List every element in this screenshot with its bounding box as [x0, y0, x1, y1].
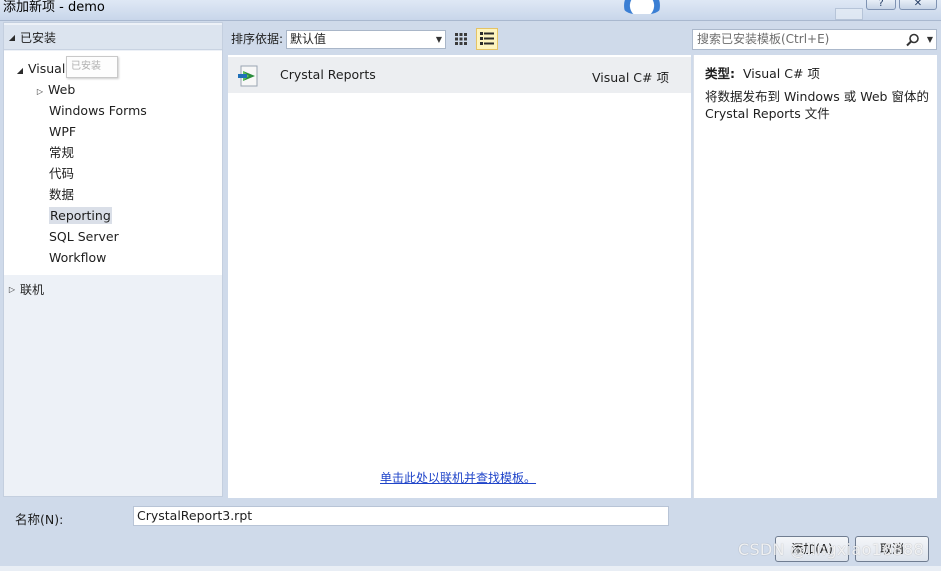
view-small-icons-button[interactable] [450, 28, 472, 50]
detail-description: 将数据发布到 Windows 或 Web 窗体的 Crystal Reports… [705, 89, 929, 121]
template-list: Crystal Reports Visual C# 项 单击此处以联机并查找模板… [228, 55, 691, 498]
tree-item-label: 常规 [49, 145, 75, 160]
tree-item-web[interactable]: ▷ Web [32, 80, 75, 100]
view-details-button[interactable] [476, 28, 498, 50]
tree-item-label: Reporting [49, 207, 112, 224]
tree-item-label: Workflow [49, 250, 107, 265]
details-panel: 类型: Visual C# 项 将数据发布到 Windows 或 Web 窗体的… [693, 55, 937, 498]
online-header-label: 联机 [20, 283, 45, 297]
watermark: CSDN @lingxiao16888 [738, 540, 924, 559]
tree-item-sql-server[interactable]: SQL Server [49, 227, 119, 247]
tree-item-label: SQL Server [49, 229, 119, 244]
dropdown-arrow-icon: ▼ [435, 35, 442, 44]
tree-item-windows-forms[interactable]: Windows Forms [49, 101, 147, 121]
close-button[interactable]: ✕ [899, 0, 937, 10]
tree-item-data[interactable]: 数据 [49, 185, 74, 205]
online-section-header[interactable]: ▷ 联机 [4, 277, 222, 302]
list-view-icon [480, 32, 494, 45]
name-input[interactable]: CrystalReport3.rpt [133, 506, 669, 526]
tree-item-label: WPF [49, 124, 77, 139]
installed-header-label: 已安装 [20, 30, 57, 45]
tree-item-label: 代码 [49, 166, 75, 181]
help-button[interactable]: ? [866, 0, 896, 10]
search-input[interactable]: 搜索已安装模板(Ctrl+E) ▼ [692, 29, 937, 50]
tree-item-workflow[interactable]: Workflow [49, 248, 106, 268]
template-type: Visual C# 项 [592, 70, 669, 85]
tree-item-label: Web [48, 82, 76, 97]
sort-dropdown[interactable]: 默认值 ▼ [286, 30, 446, 49]
search-icon[interactable] [906, 33, 920, 47]
category-tree: ◢Visual C# 项 ▷Web Windows Forms WPF 常规 代… [4, 51, 222, 275]
template-name: Crystal Reports [280, 67, 376, 82]
tree-item-wpf[interactable]: WPF [49, 122, 76, 142]
title-bar: 添加新项 - demo ? ✕ [0, 0, 941, 21]
category-panel: ◢ 已安装 ◢Visual C# 项 ▷Web Windows Forms WP… [3, 22, 223, 497]
app-logo-icon [620, 0, 664, 14]
title-bar-decoration [835, 8, 863, 20]
detail-type-value: Visual C# 项 [742, 66, 820, 81]
name-label: 名称(N): [15, 512, 64, 527]
collapsed-triangle-icon: ▷ [8, 285, 16, 294]
sort-value: 默认值 [290, 32, 327, 46]
detail-type-line: 类型: Visual C# 项 [705, 63, 820, 82]
search-options-arrow-icon[interactable]: ▼ [927, 30, 933, 49]
expanded-triangle-icon: ◢ [8, 32, 16, 42]
tree-item-general[interactable]: 常规 [49, 143, 74, 163]
tree-item-reporting[interactable]: Reporting [49, 206, 112, 226]
detail-type-label: 类型: [705, 66, 735, 81]
crystal-reports-icon [238, 65, 258, 87]
grid-view-icon [455, 33, 467, 45]
template-item-crystal-reports[interactable]: Crystal Reports Visual C# 项 [228, 57, 691, 93]
installed-section-header[interactable]: ◢ 已安装 [4, 25, 222, 50]
window-title: 添加新项 - demo [3, 0, 105, 15]
tree-item-code[interactable]: 代码 [49, 164, 74, 184]
bottom-strip [0, 566, 941, 571]
sort-label: 排序依据: [231, 32, 284, 46]
collapsed-triangle-icon: ▷ [36, 87, 44, 96]
expanded-triangle-icon: ◢ [16, 66, 24, 75]
online-templates-link[interactable]: 单击此处以联机并查找模板。 [380, 469, 536, 486]
tree-item-label: Windows Forms [49, 103, 147, 118]
search-placeholder: 搜索已安装模板(Ctrl+E) [697, 32, 830, 46]
tooltip: 已安装 [66, 56, 118, 78]
tree-item-label: 数据 [49, 187, 75, 202]
